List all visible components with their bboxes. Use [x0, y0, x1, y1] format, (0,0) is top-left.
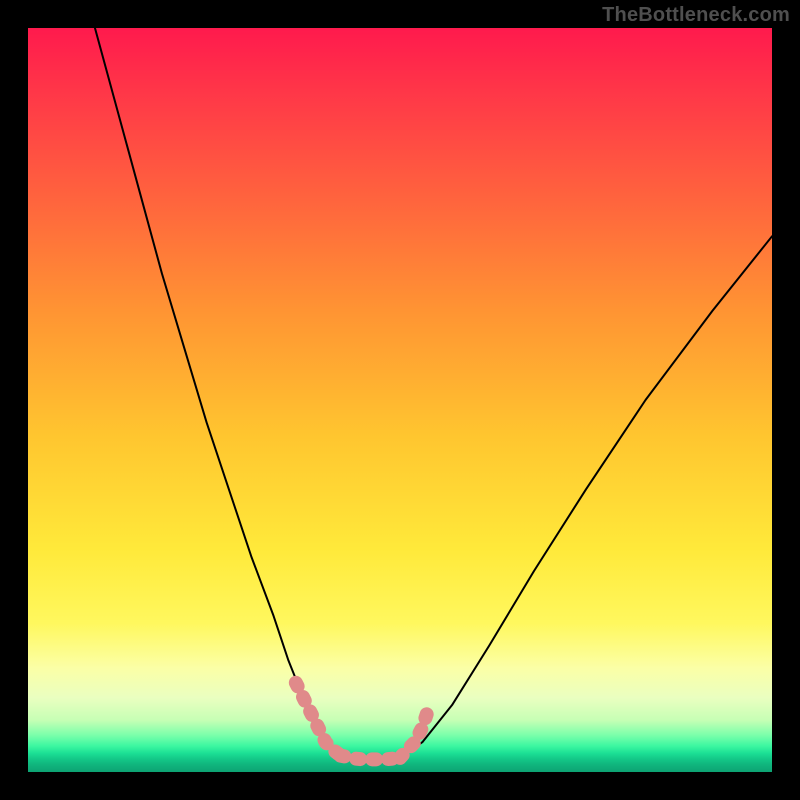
- plot-area: [28, 28, 772, 772]
- pink-marker-right: [400, 705, 430, 758]
- pink-marker-left: [296, 683, 341, 756]
- bottleneck-curve: [95, 28, 772, 759]
- curve-black: [95, 28, 772, 759]
- pink-marker-bottom: [340, 756, 400, 760]
- chart-frame: TheBottleneck.com: [0, 0, 800, 800]
- curves-svg: [28, 28, 772, 772]
- marker-pink: [296, 683, 430, 760]
- watermark-text: TheBottleneck.com: [602, 4, 790, 27]
